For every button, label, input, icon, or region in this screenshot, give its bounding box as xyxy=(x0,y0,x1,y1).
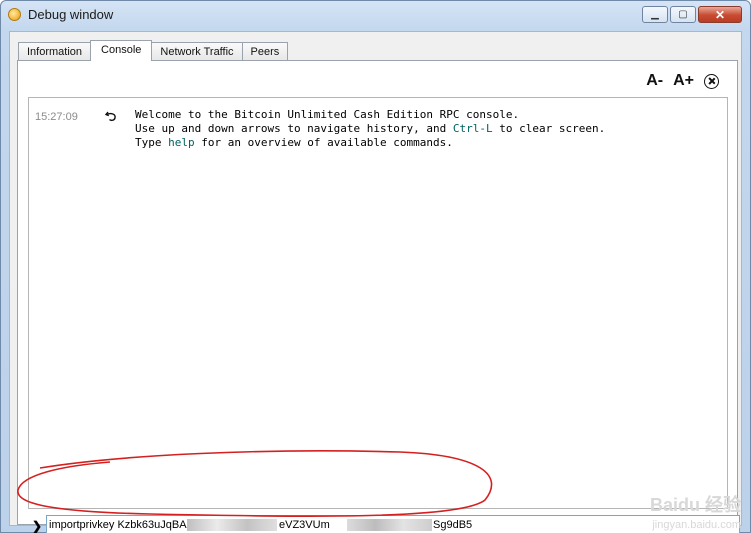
window-title: Debug window xyxy=(28,7,114,22)
command-text-part3: Sg9dB5 xyxy=(433,519,473,531)
ctrl-l-shortcut: Ctrl-L xyxy=(452,122,493,135)
debug-window: Debug window ▁ ▢ ✕ Information Console N… xyxy=(0,0,751,533)
tab-bar: Information Console Network Traffic Peer… xyxy=(18,40,289,61)
font-decrease-button[interactable]: A- xyxy=(646,72,663,90)
client-area: Information Console Network Traffic Peer… xyxy=(9,31,742,533)
window-controls: ▁ ▢ ✕ xyxy=(640,6,742,23)
command-text-part1: importprivkey Kzbk63uJqBA xyxy=(49,519,187,531)
minimize-button[interactable]: ▁ xyxy=(642,6,668,23)
font-controls: A- A+ xyxy=(636,72,719,90)
close-icon: ✕ xyxy=(714,7,726,22)
redacted-region xyxy=(187,519,277,531)
watermark-url: jingyan.baidu.com xyxy=(652,519,741,531)
minimize-icon: ▁ xyxy=(651,9,659,20)
tab-information[interactable]: Information xyxy=(18,42,92,61)
help-command: help xyxy=(168,136,195,149)
tab-network-traffic[interactable]: Network Traffic xyxy=(151,42,243,61)
chevron-right-icon: ❯ xyxy=(32,519,43,533)
app-icon xyxy=(8,8,21,21)
close-button[interactable]: ✕ xyxy=(698,6,742,23)
command-text-part2: eVZ3VUm xyxy=(279,519,330,531)
help-line-start: Type xyxy=(135,136,169,149)
command-input-row: ❯ importprivkey Kzbk63uJqBA eVZ3VUm Sg9d… xyxy=(28,515,740,533)
message-timestamp: 15:27:09 xyxy=(35,111,78,123)
title-bar[interactable]: Debug window ▁ ▢ ✕ xyxy=(1,1,750,29)
watermark-logo: Baidu 经验 xyxy=(649,495,741,515)
maximize-icon: ▢ xyxy=(678,9,688,20)
reply-arrow-icon xyxy=(105,111,116,122)
console-output[interactable]: 15:27:09 Welcome to the Bitcoin Unlimite… xyxy=(28,97,728,509)
help-line-end: for an overview of available commands. xyxy=(194,136,453,149)
history-line-start: Use up and down arrows to navigate histo… xyxy=(135,122,453,135)
font-increase-button[interactable]: A+ xyxy=(673,72,694,90)
console-tab-pane: A- A+ 15:27:09 Welcome to the Bitcoin Un… xyxy=(17,60,740,533)
tab-peers[interactable]: Peers xyxy=(241,42,289,61)
tab-console[interactable]: Console xyxy=(90,40,153,61)
message-text: Welcome to the Bitcoin Unlimited Cash Ed… xyxy=(135,108,605,150)
welcome-line: Welcome to the Bitcoin Unlimited Cash Ed… xyxy=(135,108,520,121)
maximize-button[interactable]: ▢ xyxy=(670,6,696,23)
close-circle-icon[interactable] xyxy=(704,73,719,89)
command-input[interactable]: importprivkey Kzbk63uJqBA eVZ3VUm Sg9dB5 xyxy=(46,515,740,533)
redacted-region xyxy=(347,519,432,531)
history-line-end: to clear screen. xyxy=(492,122,606,135)
